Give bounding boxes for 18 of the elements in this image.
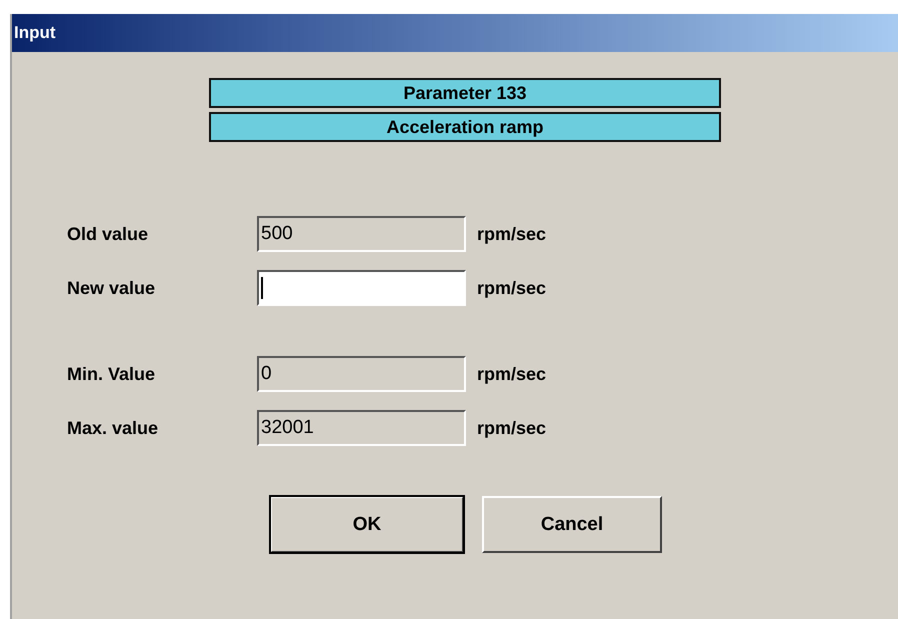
- input-field[interactable]: [257, 270, 466, 306]
- unit-label: rpm/sec: [477, 278, 548, 298]
- text-cursor: [261, 277, 263, 299]
- unit-label: rpm/sec: [477, 224, 548, 244]
- unit-label: rpm/sec: [477, 364, 548, 384]
- window-title: Input: [12, 14, 898, 52]
- input-field[interactable]: 32001: [257, 410, 466, 446]
- field-label: Old value: [67, 224, 150, 244]
- field-label: Min. Value: [67, 364, 156, 384]
- parameter-banner: Parameter 133: [209, 78, 721, 108]
- input-field[interactable]: 500: [257, 216, 466, 252]
- field-label: Max. value: [67, 418, 160, 438]
- input-field[interactable]: 0: [257, 356, 466, 392]
- ok-button[interactable]: OK: [270, 496, 464, 553]
- cancel-button[interactable]: Cancel: [482, 496, 662, 553]
- parameter-banner: Acceleration ramp: [209, 112, 721, 142]
- field-label: New value: [67, 278, 156, 298]
- unit-label: rpm/sec: [477, 418, 548, 438]
